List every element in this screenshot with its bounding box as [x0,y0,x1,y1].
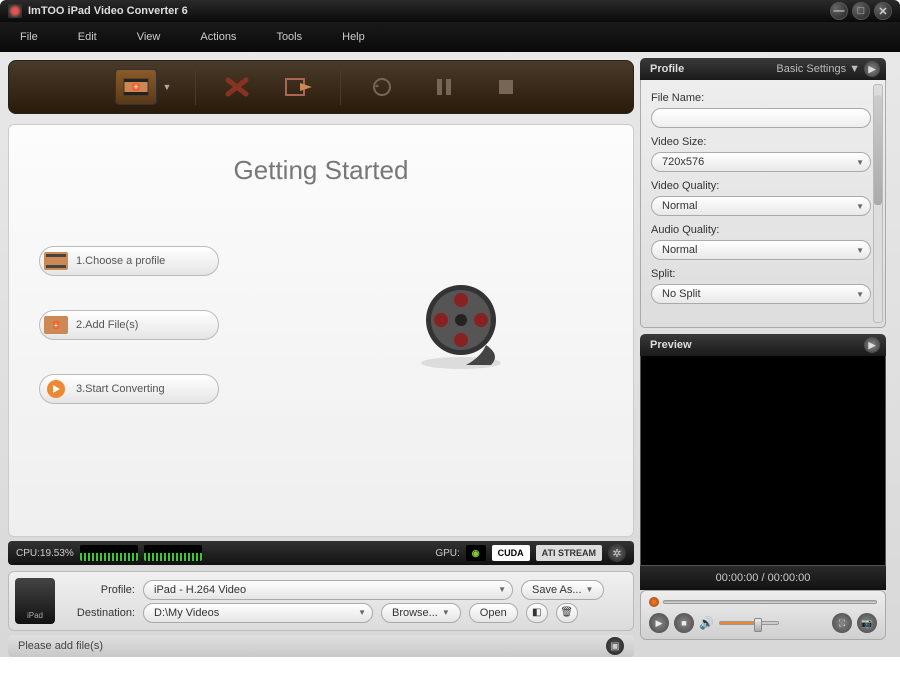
step-label: 2.Add File(s) [76,319,138,331]
content-area: Getting Started 1.Choose a profile + 2.A… [8,124,634,537]
volume-slider[interactable] [719,621,779,625]
cpu-bar: CPU:19.53% GPU: ◉ CUDA ATI STREAM ✲ [8,541,634,565]
minimize-button[interactable]: — [830,2,848,20]
toolbar-separator [195,69,196,105]
split-label: Split: [651,268,871,280]
title-bar: ImTOO iPad Video Converter 6 — □ ✕ [0,0,900,22]
menu-edit[interactable]: Edit [78,31,97,43]
add-dropdown-icon: ▼ [159,82,176,92]
browse-button[interactable]: Browse...▼ [381,603,461,623]
svg-text:+: + [133,82,138,92]
audio-quality-label: Audio Quality: [651,224,871,236]
gpu-label: GPU: [435,548,459,559]
step-label: 3.Start Converting [76,383,165,395]
seek-thumb-icon [649,597,659,607]
getting-started-title: Getting Started [9,155,633,186]
step-choose-profile[interactable]: 1.Choose a profile [39,246,219,276]
profile-step-icon [42,250,70,272]
audio-quality-select[interactable]: Normal [651,240,871,260]
menu-tools[interactable]: Tools [276,31,302,43]
status-bar: Please add file(s) ▣ [8,635,634,657]
cpu-label: CPU:19.53% [16,548,74,559]
undo-icon [371,76,393,98]
profile-scrollbar[interactable] [873,84,883,323]
delete-icon [224,76,250,98]
save-as-button[interactable]: Save As...▼ [521,580,604,600]
file-name-input[interactable] [651,108,871,128]
time-display: 00:00:00 / 00:00:00 [640,566,886,590]
split-select[interactable]: No Split [651,284,871,304]
cpu-graph-icon-2 [144,545,202,561]
add-step-icon: + [42,314,70,336]
app-icon [8,4,22,18]
profile-select[interactable]: iPad - H.264 Video [143,580,513,600]
status-text: Please add file(s) [18,640,103,652]
add-split-button[interactable]: + ▼ [115,69,176,105]
menu-bar: File Edit View Actions Tools Help [0,22,900,52]
open-button[interactable]: Open [469,603,518,623]
menu-help[interactable]: Help [342,31,365,43]
seek-bar[interactable] [649,597,877,607]
window-title: ImTOO iPad Video Converter 6 [28,5,188,17]
toolbar: + ▼ [8,60,634,114]
step-start-converting[interactable]: 3.Start Converting [39,374,219,404]
stop-icon [497,78,515,96]
film-reel-icon [411,275,511,375]
cuda-badge: CUDA [492,545,530,561]
svg-text:+: + [54,321,59,330]
undo-button[interactable] [361,69,403,105]
stop-playback-button[interactable]: ■ [674,613,694,633]
player-controls: ▶ ■ 🔊 ⛶ 📷 [640,590,886,640]
add-file-icon: + [115,69,157,105]
crop-button[interactable]: ⛶ [832,613,852,633]
ati-badge: ATI STREAM [536,545,602,561]
profile-expand-button[interactable]: ▶ [864,61,880,77]
menu-view[interactable]: View [137,31,161,43]
snapshot-button[interactable]: 📷 [857,613,877,633]
cpu-graph-icon [80,545,138,561]
video-size-label: Video Size: [651,136,871,148]
delete-button[interactable] [216,69,258,105]
play-button[interactable]: ▶ [649,613,669,633]
preview-video-area [640,356,886,566]
menu-actions[interactable]: Actions [200,31,236,43]
pause-button[interactable] [423,69,465,105]
profile-panel: Profile Basic Settings ▼ ▶ File Name: Vi… [640,58,886,328]
profile-label: Profile: [65,584,135,596]
main-area: + ▼ Getting Started [0,52,900,657]
right-column: Profile Basic Settings ▼ ▶ File Name: Vi… [640,52,892,657]
nvidia-badge: ◉ [466,545,486,561]
delete-output-button[interactable]: 🗑 [556,603,578,623]
status-action-button[interactable]: ▣ [606,637,624,655]
basic-settings-link[interactable]: Basic Settings ▼ [776,63,860,75]
preview-panel-title: Preview [650,339,692,351]
convert-button[interactable] [278,69,320,105]
left-column: + ▼ Getting Started [0,52,640,657]
video-size-select[interactable]: 720x576 [651,152,871,172]
destination-label: Destination: [65,607,135,619]
ipad-icon: iPad [15,578,55,624]
video-quality-select[interactable]: Normal [651,196,871,216]
destination-select[interactable]: D:\My Videos [143,603,373,623]
step-label: 1.Choose a profile [76,255,165,267]
maximize-button[interactable]: □ [852,2,870,20]
file-name-label: File Name: [651,92,871,104]
gpu-settings-button[interactable]: ✲ [608,544,626,562]
profile-panel-title: Profile [650,63,684,75]
pause-icon [435,77,453,97]
stop-button[interactable] [485,69,527,105]
preview-expand-button[interactable]: ▶ [864,337,880,353]
preview-panel: Preview ▶ 00:00:00 / 00:00:00 ▶ ■ 🔊 ⛶ [640,334,886,657]
video-quality-label: Video Quality: [651,180,871,192]
convert-icon [284,75,314,99]
bottom-panel: iPad Profile: iPad - H.264 Video Save As… [8,571,634,631]
volume-icon: 🔊 [699,616,714,630]
close-button[interactable]: ✕ [874,2,892,20]
menu-file[interactable]: File [20,31,38,43]
toolbar-separator-2 [340,69,341,105]
step-add-files[interactable]: + 2.Add File(s) [39,310,219,340]
convert-step-icon [42,378,70,400]
clear-button[interactable]: ◧ [526,603,548,623]
